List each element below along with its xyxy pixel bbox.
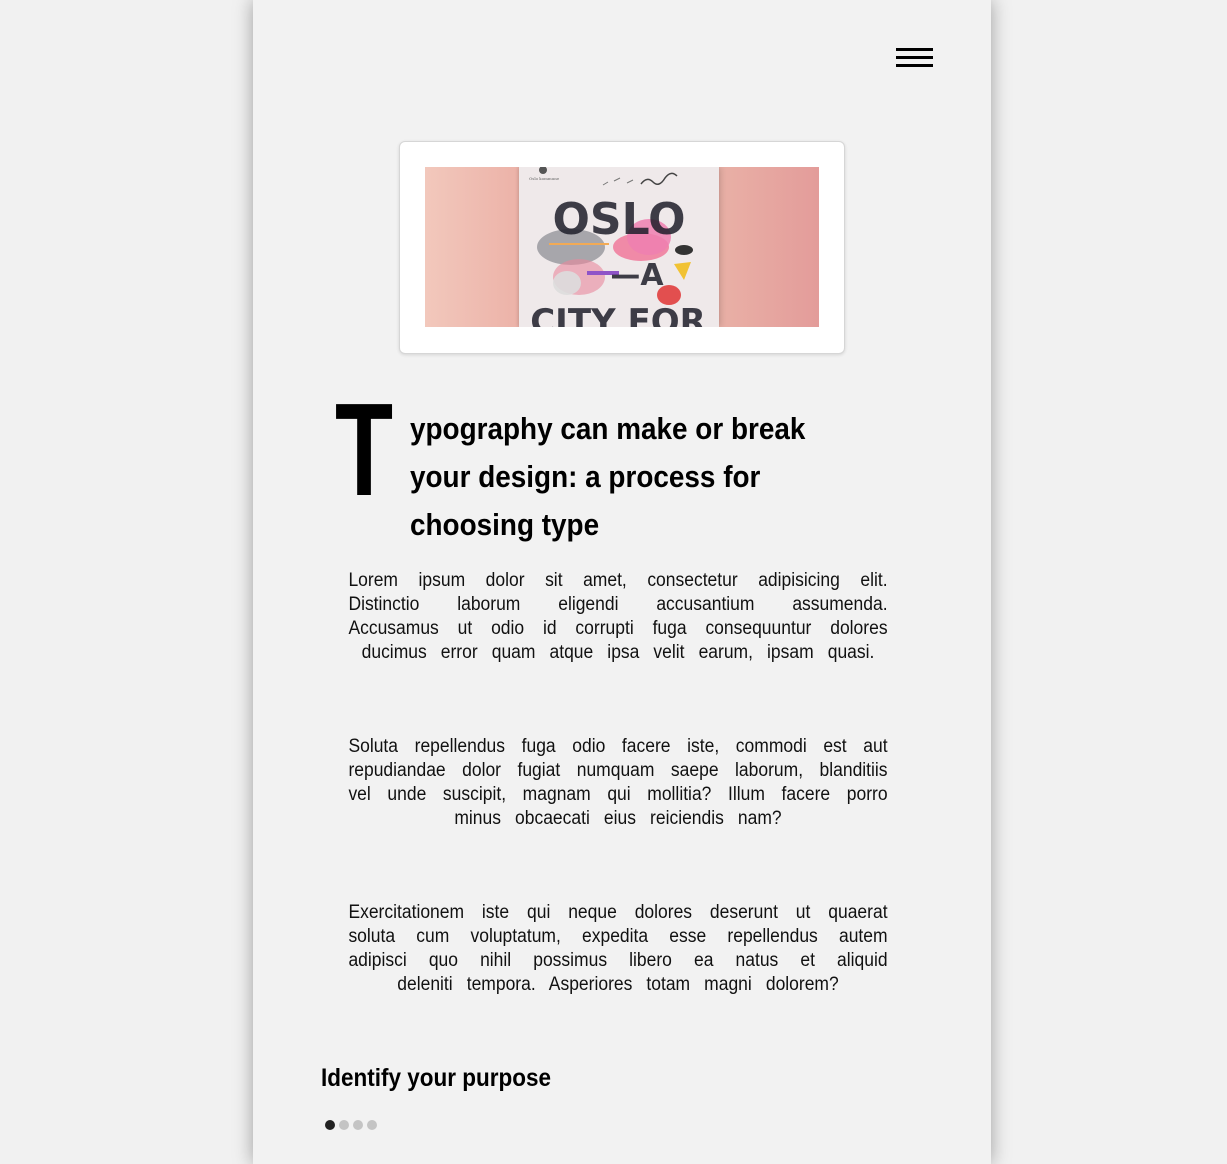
body-paragraph: Exercitationem iste qui neque dolores de… — [348, 902, 888, 995]
hero-photo: Oslo kommune OSLO —A CITY FOR — [425, 167, 819, 327]
body-paragraph: Soluta repellendus fuga odio facere iste… — [348, 736, 888, 829]
pagination-dots — [325, 1120, 377, 1130]
pagination-dot[interactable] — [325, 1120, 335, 1130]
page-title: ypography can make or break your design:… — [410, 411, 806, 542]
poster-title-line: OSLO — [553, 194, 686, 245]
drop-cap-letter: T — [335, 376, 394, 523]
hero-image-card: Oslo kommune OSLO —A CITY FOR — [399, 141, 845, 354]
poster-artwork: Oslo kommune OSLO —A CITY FOR — [529, 167, 706, 327]
menu-bar — [896, 56, 933, 59]
pagination-dot[interactable] — [367, 1120, 377, 1130]
menu-bar — [896, 64, 933, 67]
poster-title-line: CITY FOR — [530, 302, 706, 327]
poster-title-line: —A — [610, 258, 664, 293]
body-paragraph: Lorem ipsum dolor sit amet, consectetur … — [348, 570, 888, 663]
pagination-dot[interactable] — [353, 1120, 363, 1130]
section-heading: Identify your purpose — [321, 1064, 552, 1092]
hamburger-menu-icon[interactable] — [896, 47, 933, 75]
pagination-dot[interactable] — [339, 1120, 349, 1130]
oslo-poster-image: Oslo kommune OSLO —A CITY FOR — [519, 167, 719, 327]
poster-publisher: Oslo kommune — [529, 176, 560, 181]
article-page: Oslo kommune OSLO —A CITY FOR T ypograph… — [253, 0, 991, 1164]
menu-bar — [896, 48, 933, 51]
article-title: T ypography can make or break your desig… — [335, 376, 915, 543]
